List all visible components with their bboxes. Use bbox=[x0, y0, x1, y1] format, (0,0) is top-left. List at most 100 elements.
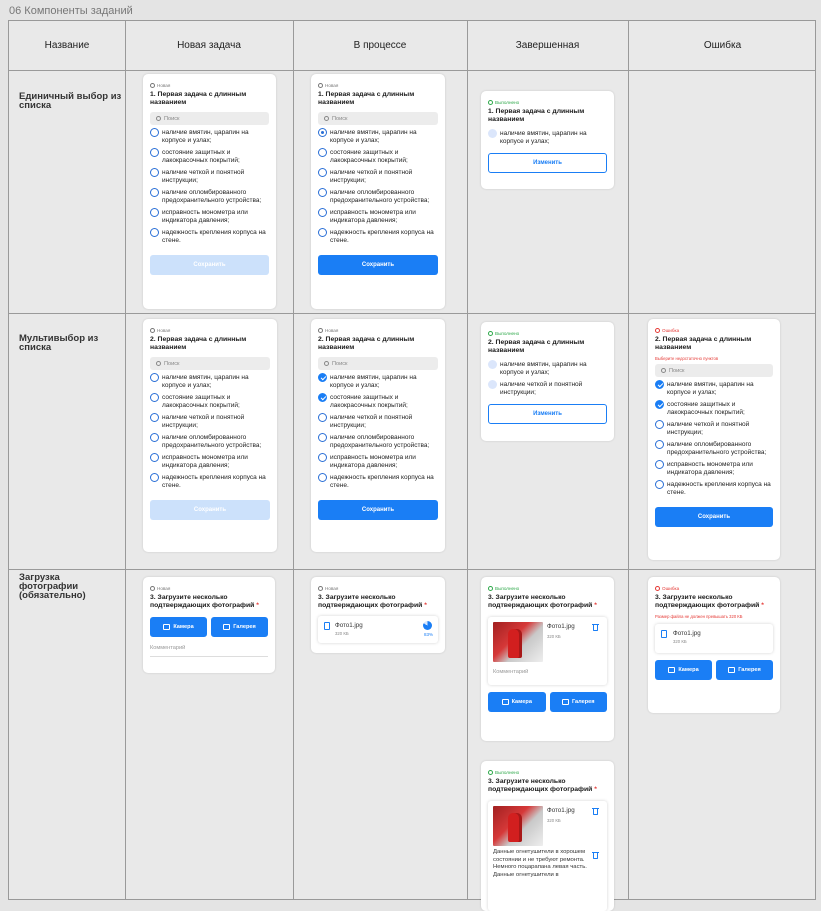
checkbox-checked[interactable] bbox=[318, 373, 327, 382]
radio[interactable] bbox=[318, 148, 327, 157]
option[interactable]: наличие опломбированного предохранительн… bbox=[150, 433, 270, 450]
option[interactable]: исправность монометра или индикатора дав… bbox=[655, 460, 773, 477]
checkbox[interactable] bbox=[655, 420, 664, 429]
change-button[interactable]: Изменить bbox=[488, 153, 607, 173]
option[interactable]: исправность монометра или индикатора дав… bbox=[150, 208, 269, 225]
file-size: 320 КБ bbox=[673, 639, 687, 644]
option[interactable]: состояние защитных и лакокрасочных покры… bbox=[655, 400, 773, 417]
gallery-button[interactable]: Галерея bbox=[211, 617, 268, 637]
checkbox[interactable] bbox=[655, 460, 664, 469]
option[interactable]: наличие вмятин, царапин на корпусе и узл… bbox=[655, 380, 773, 397]
option[interactable]: исправность монометра или индикатора дав… bbox=[318, 453, 438, 470]
upload-buttons: Камера Галерея bbox=[655, 660, 773, 680]
checkbox-disabled bbox=[488, 360, 497, 369]
radio[interactable] bbox=[318, 228, 327, 237]
option[interactable]: состояние защитных и лакокрасочных покры… bbox=[318, 393, 438, 410]
checkbox[interactable] bbox=[318, 453, 327, 462]
option[interactable]: исправность монометра или индикатора дав… bbox=[150, 453, 270, 470]
checkbox[interactable] bbox=[318, 413, 327, 422]
option[interactable]: наличие вмятин, царапин на корпусе и узл… bbox=[318, 128, 438, 145]
option[interactable]: наличие вмятин, царапин на корпусе и узл… bbox=[318, 373, 438, 390]
checkbox[interactable] bbox=[150, 473, 159, 482]
photo-thumbnail[interactable] bbox=[493, 806, 543, 846]
option[interactable]: наличие четкой и понятной инструкции; bbox=[150, 168, 269, 185]
save-button[interactable]: Сохранить bbox=[318, 255, 438, 275]
task-card-multi-new: Новая 2. Первая задача с длинным названи… bbox=[143, 319, 277, 552]
radio-disabled bbox=[488, 129, 497, 138]
radio[interactable] bbox=[150, 188, 159, 197]
gallery-button[interactable]: Галерея bbox=[716, 660, 773, 680]
comment-input[interactable]: Комментарий bbox=[493, 669, 602, 680]
change-button[interactable]: Изменить bbox=[488, 404, 607, 424]
comment-input[interactable]: Комментарий bbox=[150, 645, 268, 657]
camera-button[interactable]: Камера bbox=[488, 692, 546, 712]
task-title: 3. Загрузите несколько подтверждающих фо… bbox=[655, 594, 764, 609]
radio[interactable] bbox=[150, 228, 159, 237]
search-input[interactable]: Поиск bbox=[150, 357, 270, 370]
checkbox-checked[interactable] bbox=[655, 400, 664, 409]
option[interactable]: наличие опломбированного предохранительн… bbox=[318, 188, 438, 205]
option[interactable]: наличие вмятин, царапин на корпусе и узл… bbox=[150, 128, 269, 145]
option[interactable]: наличие опломбированного предохранительн… bbox=[655, 440, 773, 457]
clock-icon bbox=[318, 82, 323, 88]
save-button[interactable]: Сохранить bbox=[318, 500, 438, 520]
radio[interactable] bbox=[150, 208, 159, 217]
checkbox[interactable] bbox=[150, 433, 159, 442]
task-title: 2. Первая задача с длинным названием bbox=[150, 336, 247, 351]
checkbox-checked[interactable] bbox=[655, 380, 664, 389]
option[interactable]: наличие четкой и понятной инструкции; bbox=[318, 168, 438, 185]
photo-thumbnail[interactable] bbox=[493, 622, 543, 662]
option[interactable]: исправность монометра или индикатора дав… bbox=[318, 208, 438, 225]
divider bbox=[125, 21, 126, 899]
radio[interactable] bbox=[150, 168, 159, 177]
radio[interactable] bbox=[318, 188, 327, 197]
option[interactable]: надежность крепления корпуса на стене. bbox=[150, 473, 270, 490]
save-button[interactable]: Сохранить bbox=[150, 500, 270, 520]
camera-button[interactable]: Камера bbox=[150, 617, 207, 637]
checkbox[interactable] bbox=[150, 453, 159, 462]
option[interactable]: надежность крепления корпуса на стене. bbox=[655, 480, 773, 497]
search-input[interactable]: Поиск bbox=[318, 357, 438, 370]
checkbox[interactable] bbox=[150, 393, 159, 402]
search-input[interactable]: Поиск bbox=[150, 112, 269, 125]
trash-icon[interactable] bbox=[592, 623, 599, 631]
option[interactable]: наличие четкой и понятной инструкции; bbox=[150, 413, 270, 430]
option[interactable]: наличие опломбированного предохранительн… bbox=[150, 188, 269, 205]
checkbox[interactable] bbox=[318, 433, 327, 442]
radio[interactable] bbox=[318, 208, 327, 217]
option[interactable]: наличие опломбированного предохранительн… bbox=[318, 433, 438, 450]
upload-progress-icon bbox=[423, 621, 432, 630]
option[interactable]: состояние защитных и лакокрасочных покры… bbox=[150, 148, 269, 165]
trash-icon[interactable] bbox=[592, 807, 599, 815]
radio-selected[interactable] bbox=[318, 128, 327, 137]
option[interactable]: наличие четкой и понятной инструкции; bbox=[655, 420, 773, 437]
option[interactable]: наличие вмятин, царапин на корпусе и узл… bbox=[150, 373, 270, 390]
task-card-single-new: Новая 1. Первая задача с длинным названи… bbox=[143, 74, 276, 309]
checkbox[interactable] bbox=[655, 480, 664, 489]
radio[interactable] bbox=[150, 148, 159, 157]
trash-icon[interactable] bbox=[592, 851, 599, 859]
option[interactable]: надежность крепления корпуса на стене. bbox=[318, 473, 438, 490]
checkbox[interactable] bbox=[150, 413, 159, 422]
radio[interactable] bbox=[318, 168, 327, 177]
camera-button[interactable]: Камера bbox=[655, 660, 712, 680]
checkbox[interactable] bbox=[655, 440, 664, 449]
checkbox[interactable] bbox=[318, 473, 327, 482]
option[interactable]: состояние защитных и лакокрасочных покры… bbox=[150, 393, 270, 410]
save-button[interactable]: Сохранить bbox=[150, 255, 269, 275]
divider bbox=[293, 21, 294, 899]
search-input[interactable]: Поиск bbox=[655, 364, 773, 377]
option: наличие вмятин, царапин на корпусе и узл… bbox=[488, 360, 607, 377]
checkbox-checked[interactable] bbox=[318, 393, 327, 402]
option[interactable]: надежность крепления корпуса на стене. bbox=[318, 228, 438, 245]
radio[interactable] bbox=[150, 128, 159, 137]
option[interactable]: состояние защитных и лакокрасочных покры… bbox=[318, 148, 438, 165]
option[interactable]: наличие четкой и понятной инструкции; bbox=[318, 413, 438, 430]
checkbox[interactable] bbox=[150, 373, 159, 382]
gallery-button[interactable]: Галерея bbox=[549, 692, 607, 712]
search-input[interactable]: Поиск bbox=[318, 112, 438, 125]
option[interactable]: надежность крепления корпуса на стене. bbox=[150, 228, 269, 245]
gallery-icon bbox=[223, 624, 231, 630]
save-button[interactable]: Сохранить bbox=[655, 507, 773, 527]
task-card-photo-done: Выполнено 3. Загрузите несколько подтвер… bbox=[481, 577, 614, 741]
